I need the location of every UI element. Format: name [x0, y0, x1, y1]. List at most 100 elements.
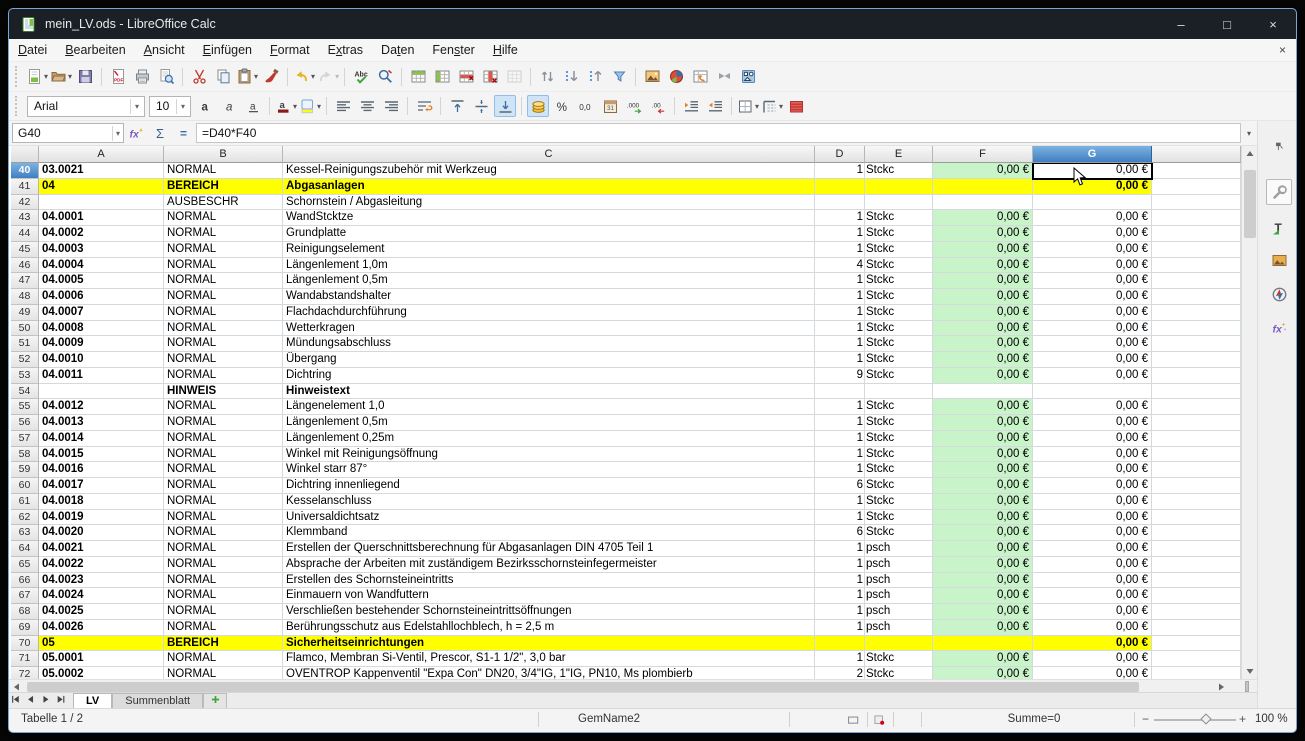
- cell-F65[interactable]: 0,00 €: [933, 557, 1033, 573]
- row-header-71[interactable]: 71: [11, 651, 39, 667]
- last-sheet-icon[interactable]: [54, 693, 69, 708]
- cell-D54[interactable]: [815, 384, 865, 400]
- row-header-72[interactable]: 72: [11, 667, 39, 679]
- cell-F60[interactable]: 0,00 €: [933, 478, 1033, 494]
- cell-A61[interactable]: 04.0018: [39, 494, 164, 510]
- split-window-handle[interactable]: [1245, 681, 1249, 692]
- cell-H61[interactable]: [1152, 494, 1241, 510]
- cell-F55[interactable]: 0,00 €: [933, 399, 1033, 415]
- cell-E63[interactable]: Stckc: [865, 525, 933, 541]
- cell-C55[interactable]: Längenelement 1,0: [283, 399, 815, 415]
- cell-D60[interactable]: 6: [815, 478, 865, 494]
- cell-D44[interactable]: 1: [815, 226, 865, 242]
- cell-D69[interactable]: 1: [815, 620, 865, 636]
- cell-F48[interactable]: 0,00 €: [933, 289, 1033, 305]
- cell-C63[interactable]: Klemmband: [283, 525, 815, 541]
- cell-E71[interactable]: Stckc: [865, 651, 933, 667]
- cell-H58[interactable]: [1152, 447, 1241, 463]
- scroll-down-icon[interactable]: [1242, 663, 1258, 679]
- font-color-icon[interactable]: a▾: [275, 95, 297, 117]
- column-header-F[interactable]: F: [933, 146, 1033, 163]
- formula-input[interactable]: =D40*F40: [196, 123, 1241, 143]
- cell-G70[interactable]: 0,00 €: [1033, 636, 1152, 652]
- cell-H43[interactable]: [1152, 210, 1241, 226]
- add-decimal-icon[interactable]: .000: [623, 95, 645, 117]
- row-header-63[interactable]: 63: [11, 525, 39, 541]
- cell-D67[interactable]: 1: [815, 588, 865, 604]
- cell-B68[interactable]: NORMAL: [164, 604, 283, 620]
- cell-F67[interactable]: 0,00 €: [933, 588, 1033, 604]
- cell-H51[interactable]: [1152, 336, 1241, 352]
- cell-B43[interactable]: NORMAL: [164, 210, 283, 226]
- bold-icon[interactable]: a: [194, 95, 216, 117]
- cell-B64[interactable]: NORMAL: [164, 541, 283, 557]
- row-header-70[interactable]: 70: [11, 636, 39, 652]
- cell-A54[interactable]: [39, 384, 164, 400]
- column-header-D[interactable]: D: [815, 146, 865, 163]
- cell-G42[interactable]: [1033, 195, 1152, 211]
- cell-H59[interactable]: [1152, 462, 1241, 478]
- spelling-icon[interactable]: Abc: [350, 66, 372, 88]
- column-header-B[interactable]: B: [164, 146, 283, 163]
- cell-F43[interactable]: 0,00 €: [933, 210, 1033, 226]
- menu-datei[interactable]: Datei: [9, 41, 56, 59]
- cell-A49[interactable]: 04.0007: [39, 305, 164, 321]
- column-header-E[interactable]: E: [865, 146, 933, 163]
- cell-G71[interactable]: 0,00 €: [1033, 651, 1152, 667]
- cell-H47[interactable]: [1152, 273, 1241, 289]
- function-wizard-icon[interactable]: fx: [124, 123, 148, 144]
- new-document-icon[interactable]: ▾: [26, 66, 48, 88]
- row-header-44[interactable]: 44: [11, 226, 39, 242]
- borders-icon[interactable]: ▾: [737, 95, 759, 117]
- close-button[interactable]: ×: [1250, 9, 1296, 39]
- export-pdf-icon[interactable]: PDF: [107, 66, 129, 88]
- add-sheet-button[interactable]: [203, 693, 227, 708]
- cell-E44[interactable]: Stckc: [865, 226, 933, 242]
- cell-E42[interactable]: [865, 195, 933, 211]
- cell-G52[interactable]: 0,00 €: [1033, 352, 1152, 368]
- row-header-60[interactable]: 60: [11, 478, 39, 494]
- cell-F56[interactable]: 0,00 €: [933, 415, 1033, 431]
- zoom-out-icon[interactable]: −: [1142, 712, 1149, 726]
- row-header-48[interactable]: 48: [11, 289, 39, 305]
- toolbar-grip2[interactable]: [15, 96, 22, 116]
- sheet-tab-summenblatt[interactable]: Summenblatt: [112, 693, 203, 708]
- cell-B60[interactable]: NORMAL: [164, 478, 283, 494]
- cell-B51[interactable]: NORMAL: [164, 336, 283, 352]
- cell-B58[interactable]: NORMAL: [164, 447, 283, 463]
- cell-G40[interactable]: 0,00 €: [1033, 163, 1152, 179]
- cell-G65[interactable]: 0,00 €: [1033, 557, 1152, 573]
- cell-G51[interactable]: 0,00 €: [1033, 336, 1152, 352]
- row-header-58[interactable]: 58: [11, 447, 39, 463]
- cell-F41[interactable]: [933, 179, 1033, 195]
- cell-F58[interactable]: 0,00 €: [933, 447, 1033, 463]
- find-replace-icon[interactable]: [374, 66, 396, 88]
- cell-D53[interactable]: 9: [815, 368, 865, 384]
- cell-H67[interactable]: [1152, 588, 1241, 604]
- align-left-icon[interactable]: [332, 95, 354, 117]
- cell-D47[interactable]: 1: [815, 273, 865, 289]
- percent-format-icon[interactable]: %: [551, 95, 573, 117]
- cell-C43[interactable]: WandStcktze: [283, 210, 815, 226]
- cell-B54[interactable]: HINWEIS: [164, 384, 283, 400]
- cell-B55[interactable]: NORMAL: [164, 399, 283, 415]
- menu-hilfe[interactable]: Hilfe: [484, 41, 527, 59]
- cell-H69[interactable]: [1152, 620, 1241, 636]
- column-header-G[interactable]: G: [1033, 146, 1152, 163]
- cell-G68[interactable]: 0,00 €: [1033, 604, 1152, 620]
- cell-H68[interactable]: [1152, 604, 1241, 620]
- save-icon[interactable]: [74, 66, 96, 88]
- menu-ansicht[interactable]: Ansicht: [135, 41, 194, 59]
- cell-F40[interactable]: 0,00 €: [933, 163, 1033, 179]
- column-header-A[interactable]: A: [39, 146, 164, 163]
- cell-H52[interactable]: [1152, 352, 1241, 368]
- cell-F59[interactable]: 0,00 €: [933, 462, 1033, 478]
- cell-F66[interactable]: 0,00 €: [933, 573, 1033, 589]
- cell-C65[interactable]: Absprache der Arbeiten mit zuständigem B…: [283, 557, 815, 573]
- cell-H60[interactable]: [1152, 478, 1241, 494]
- cell-D49[interactable]: 1: [815, 305, 865, 321]
- cell-G47[interactable]: 0,00 €: [1033, 273, 1152, 289]
- row-header-50[interactable]: 50: [11, 321, 39, 337]
- cell-C64[interactable]: Erstellen der Querschnittsberechnung für…: [283, 541, 815, 557]
- cell-E58[interactable]: Stckc: [865, 447, 933, 463]
